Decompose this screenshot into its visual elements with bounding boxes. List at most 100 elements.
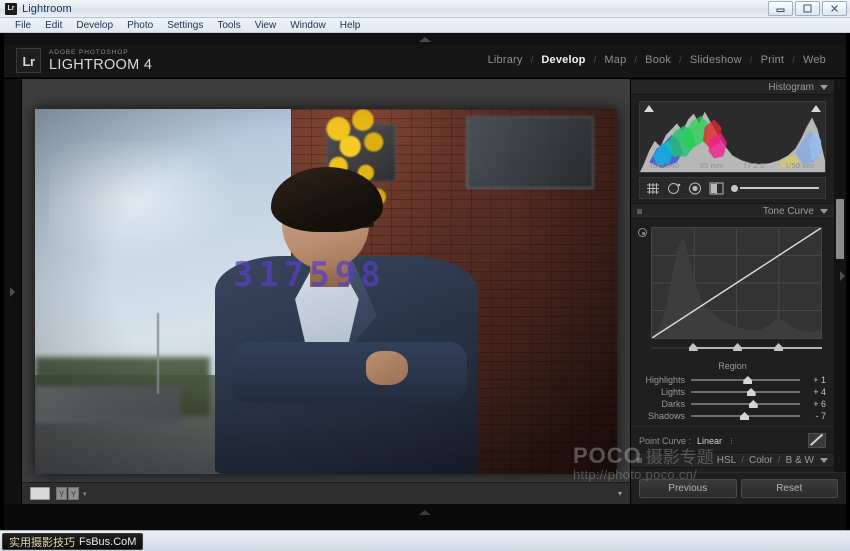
loupe-view-icon[interactable] bbox=[30, 487, 50, 500]
hsl-title-separator: / bbox=[741, 455, 744, 466]
window-title: Lightroom bbox=[22, 3, 72, 15]
menu-item-develop[interactable]: Develop bbox=[69, 18, 120, 33]
module-slideshow[interactable]: Slideshow bbox=[682, 54, 750, 66]
previous-button[interactable]: Previous bbox=[639, 479, 737, 498]
hsl-title-hsl[interactable]: HSL bbox=[717, 455, 736, 466]
crop-overlay-icon[interactable] bbox=[646, 182, 660, 195]
taskbar-item-label-en: FsBus.CoM bbox=[79, 536, 136, 548]
exif-focal-length: 35 mm bbox=[700, 161, 724, 170]
slider-row-darks[interactable]: Darks + 6 bbox=[631, 398, 834, 410]
brand-title: LIGHTROOM 4 bbox=[49, 57, 152, 73]
right-panel-scrollbar[interactable] bbox=[834, 79, 846, 472]
tone-curve-graph[interactable] bbox=[651, 227, 822, 339]
top-panel-collapse-bar[interactable] bbox=[4, 33, 846, 45]
photo-subject bbox=[210, 167, 489, 474]
adjustment-brush-icon[interactable] bbox=[731, 185, 819, 192]
menu-item-file[interactable]: File bbox=[8, 18, 38, 33]
split-handle-highlights[interactable] bbox=[774, 343, 783, 351]
compare-view-buttons[interactable]: Y Y bbox=[56, 487, 79, 500]
split-track-dark bbox=[651, 347, 689, 349]
brush-track bbox=[740, 187, 819, 189]
slider-track-darks[interactable] bbox=[691, 399, 800, 409]
viewer-toolbar: Y Y ▾ ▾ bbox=[22, 482, 630, 504]
taskbar-item-label-cn: 实用摄影技巧 bbox=[9, 534, 75, 550]
right-panel-footer: Previous Reset bbox=[631, 472, 846, 504]
spot-removal-icon[interactable] bbox=[667, 182, 681, 195]
chevron-down-icon[interactable]: ⋮ bbox=[728, 437, 735, 445]
menu-item-photo[interactable]: Photo bbox=[120, 18, 160, 33]
split-handle-midtones[interactable] bbox=[733, 343, 742, 351]
menu-item-window[interactable]: Window bbox=[283, 18, 333, 33]
slider-track-shadows[interactable] bbox=[691, 411, 800, 421]
panel-toggle-dot[interactable] bbox=[637, 209, 642, 214]
toolbar-chevron-icon[interactable]: ▾ bbox=[618, 489, 622, 498]
slider-value-darks: + 6 bbox=[800, 399, 826, 409]
filmstrip-bar[interactable] bbox=[4, 504, 846, 530]
tone-curve-panel-title: Tone Curve bbox=[763, 206, 814, 217]
module-book[interactable]: Book bbox=[637, 54, 679, 66]
chevron-right-icon[interactable] bbox=[840, 271, 845, 281]
chevron-down-icon bbox=[820, 85, 828, 90]
identity-plate[interactable]: Lr ADOBE PHOTOSHOP LIGHTROOM 4 bbox=[16, 48, 152, 73]
module-develop[interactable]: Develop bbox=[533, 54, 593, 66]
hsl-panel-header[interactable]: HSL / Color / B & W bbox=[631, 452, 834, 468]
hsl-title-bw[interactable]: B & W bbox=[786, 455, 814, 466]
slider-knob-shadows[interactable] bbox=[740, 412, 749, 420]
left-panel-toggle[interactable] bbox=[4, 79, 22, 504]
image-viewer[interactable]: 317598 bbox=[22, 79, 630, 504]
maximize-icon bbox=[803, 4, 812, 13]
slider-knob-darks[interactable] bbox=[749, 400, 758, 408]
tone-curve-split-sliders[interactable] bbox=[651, 343, 822, 353]
module-web[interactable]: Web bbox=[795, 54, 834, 66]
taskbar-item[interactable]: 实用摄影技巧 FsBus.CoM bbox=[2, 533, 143, 550]
slider-track-highlights[interactable] bbox=[691, 375, 800, 385]
menu-item-settings[interactable]: Settings bbox=[160, 18, 210, 33]
close-button[interactable] bbox=[822, 1, 847, 16]
minimize-button[interactable] bbox=[768, 1, 793, 16]
chevron-down-icon bbox=[820, 209, 828, 214]
graduated-filter-icon[interactable] bbox=[709, 182, 724, 195]
menu-item-edit[interactable]: Edit bbox=[38, 18, 69, 33]
slider-knob-highlights[interactable] bbox=[743, 376, 752, 384]
chevron-down-icon[interactable]: ▾ bbox=[83, 490, 87, 498]
exif-readout: ISO 640 35 mm f / 2.5 1/50 sec bbox=[640, 161, 825, 170]
histogram-graph[interactable]: ISO 640 35 mm f / 2.5 1/50 sec bbox=[639, 101, 826, 173]
reset-button[interactable]: Reset bbox=[741, 479, 839, 498]
histogram-panel-header[interactable]: Histogram bbox=[631, 79, 834, 95]
shadow-clipping-icon[interactable] bbox=[644, 105, 654, 112]
slider-track-lights[interactable] bbox=[691, 387, 800, 397]
maximize-button[interactable] bbox=[795, 1, 820, 16]
red-eye-icon[interactable] bbox=[688, 182, 702, 195]
slider-label-lights: Lights bbox=[639, 387, 691, 397]
tone-curve-panel-header[interactable]: Tone Curve bbox=[631, 203, 834, 219]
slider-row-highlights[interactable]: Highlights + 1 bbox=[631, 374, 834, 386]
filmstrip-collapse-toggle[interactable] bbox=[4, 510, 846, 515]
photo-preview[interactable]: 317598 bbox=[35, 109, 617, 474]
slider-value-lights: + 4 bbox=[800, 387, 826, 397]
menu-item-help[interactable]: Help bbox=[333, 18, 368, 33]
exif-aperture: f / 2.5 bbox=[744, 161, 764, 170]
scrollbar-thumb[interactable] bbox=[836, 199, 844, 259]
split-handle-shadows[interactable] bbox=[689, 343, 698, 351]
slider-knob-lights[interactable] bbox=[747, 388, 756, 396]
compare-label-left[interactable]: Y bbox=[56, 487, 67, 500]
module-library[interactable]: Library bbox=[480, 54, 531, 66]
slider-row-shadows[interactable]: Shadows - 7 bbox=[631, 410, 834, 422]
highlight-clipping-icon[interactable] bbox=[811, 105, 821, 112]
point-curve-value[interactable]: Linear bbox=[697, 436, 722, 446]
app-icon: Lr bbox=[5, 3, 17, 15]
edit-point-curve-button[interactable] bbox=[808, 433, 826, 448]
point-curve-row: Point Curve : Linear ⋮ bbox=[631, 426, 834, 452]
app-body: 317598 Y Y ▾ ▾ Histogram bbox=[4, 79, 846, 504]
menu-item-view[interactable]: View bbox=[248, 18, 284, 33]
slider-row-lights[interactable]: Lights + 4 bbox=[631, 386, 834, 398]
compare-label-right[interactable]: Y bbox=[68, 487, 79, 500]
hsl-title-color[interactable]: Color bbox=[749, 455, 773, 466]
module-map[interactable]: Map bbox=[596, 54, 634, 66]
module-print[interactable]: Print bbox=[753, 54, 793, 66]
window-controls bbox=[768, 1, 847, 16]
menu-item-tools[interactable]: Tools bbox=[210, 18, 247, 33]
panel-toggle-dot[interactable] bbox=[637, 458, 642, 463]
close-icon bbox=[830, 4, 839, 13]
targeted-adjustment-tool-icon[interactable] bbox=[638, 228, 647, 237]
